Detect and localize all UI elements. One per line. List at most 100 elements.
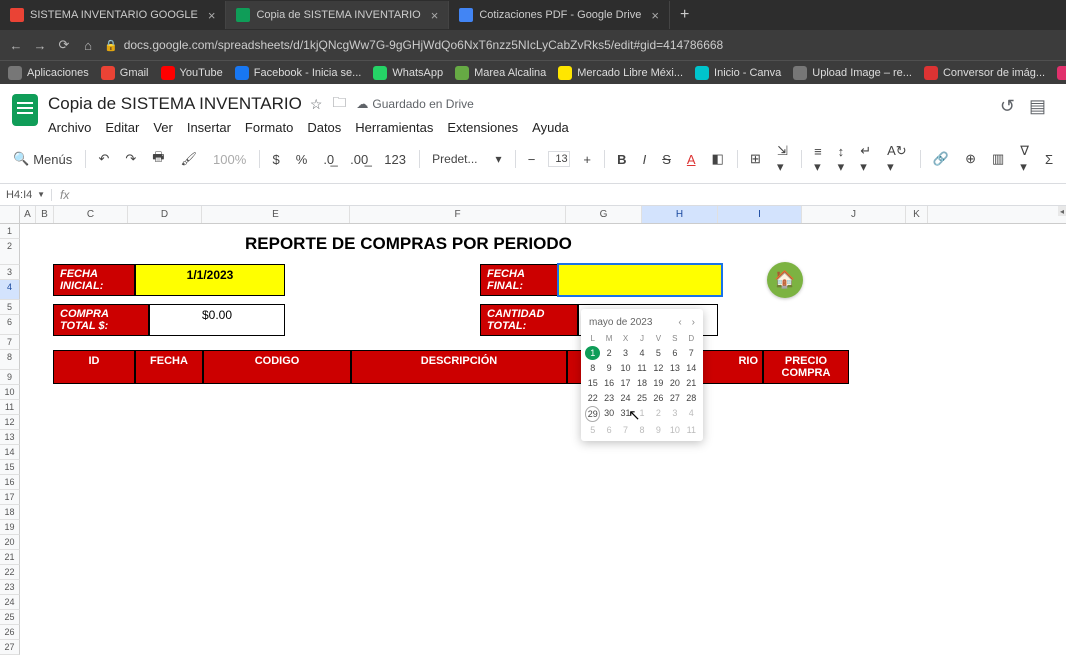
back-icon[interactable]: ← [8, 38, 24, 53]
dp-day[interactable]: 28 [684, 391, 699, 405]
close-icon[interactable]: × [651, 8, 659, 23]
reload-icon[interactable]: ⟳ [56, 37, 72, 53]
dp-day[interactable]: 6 [601, 423, 616, 437]
dp-day[interactable]: 6 [667, 346, 682, 360]
menu-item[interactable]: Editar [105, 120, 139, 135]
dp-day[interactable]: 15 [585, 376, 600, 390]
dp-day[interactable]: 2 [601, 346, 616, 360]
row-header[interactable]: 21 [0, 550, 20, 565]
close-icon[interactable]: × [431, 8, 439, 23]
row-header[interactable]: 7 [0, 335, 20, 350]
row-header[interactable]: 27 [0, 640, 20, 655]
dp-day[interactable]: 5 [585, 423, 600, 437]
filter-icon[interactable]: ∇ ▾ [1017, 141, 1032, 177]
column-header[interactable]: I [718, 206, 802, 223]
row-header[interactable]: 24 [0, 595, 20, 610]
fontsize-input[interactable]: 13 [548, 151, 570, 167]
bookmark-item[interactable]: Instagram [1057, 66, 1066, 80]
row-header[interactable]: 3 [0, 265, 20, 280]
row-header[interactable]: 12 [0, 415, 20, 430]
home-icon[interactable]: ⌂ [80, 38, 96, 53]
chart-icon[interactable]: ▥ [989, 149, 1007, 169]
comment-icon[interactable]: ⊕ [962, 149, 979, 169]
number-format[interactable]: 123 [381, 150, 409, 169]
dp-day[interactable]: 18 [634, 376, 649, 390]
next-month-icon[interactable]: › [692, 317, 695, 328]
font-select[interactable]: Predet...▾ [429, 150, 504, 168]
bold-icon[interactable]: B [614, 150, 629, 169]
dp-day[interactable]: 19 [651, 376, 666, 390]
datepicker-month[interactable]: mayo de 2023 [589, 317, 652, 328]
column-header[interactable]: G [566, 206, 642, 223]
sheets-logo-icon[interactable] [12, 94, 38, 126]
column-header[interactable]: E [202, 206, 350, 223]
dp-day[interactable]: 30 [601, 406, 616, 422]
menu-item[interactable]: Archivo [48, 120, 91, 135]
column-header[interactable]: C [54, 206, 128, 223]
column-header[interactable]: F [350, 206, 566, 223]
row-header[interactable]: 9 [0, 370, 20, 385]
column-header[interactable]: A [20, 206, 36, 223]
bookmark-item[interactable]: Marea Alcalina [455, 66, 546, 80]
row-header[interactable]: 25 [0, 610, 20, 625]
dp-day[interactable]: 2 [651, 406, 666, 422]
cells-area[interactable]: REPORTE DE COMPRAS POR PERIODO FECHA INI… [20, 224, 1066, 384]
row-header[interactable]: 15 [0, 460, 20, 475]
select-all-corner[interactable] [0, 206, 20, 223]
dp-day[interactable]: 7 [618, 423, 633, 437]
dp-day[interactable]: 10 [667, 423, 682, 437]
fecha-inicial-value[interactable]: 1/1/2023 [135, 264, 285, 296]
link-icon[interactable]: 🔗 [930, 149, 952, 169]
dec-increase-icon[interactable]: .00̲ [347, 150, 371, 169]
dp-day[interactable]: 14 [684, 361, 699, 375]
column-header[interactable]: D [128, 206, 202, 223]
row-header[interactable]: 20 [0, 535, 20, 550]
doc-title[interactable]: Copia de SISTEMA INVENTARIO [48, 94, 302, 114]
print-icon[interactable]: 🖶 [149, 146, 167, 172]
forward-icon[interactable]: → [32, 38, 48, 53]
dp-day[interactable]: 25 [634, 391, 649, 405]
menu-item[interactable]: Formato [245, 120, 293, 135]
menu-item[interactable]: Ayuda [532, 120, 569, 135]
dp-day[interactable]: 24 [618, 391, 633, 405]
dp-day[interactable]: 3 [667, 406, 682, 422]
menu-item[interactable]: Ver [153, 120, 173, 135]
row-header[interactable]: 2 [0, 239, 20, 265]
new-tab-button[interactable]: + [670, 6, 699, 24]
dp-day[interactable]: 10 [618, 361, 633, 375]
row-header[interactable]: 6 [0, 315, 20, 335]
search-menus-button[interactable]: 🔍 Menús [10, 149, 75, 169]
url-input[interactable]: 🔒 docs.google.com/spreadsheets/d/1kjQNcg… [104, 38, 1058, 52]
bookmark-item[interactable]: Conversor de imág... [924, 66, 1045, 80]
dp-day[interactable]: 13 [667, 361, 682, 375]
dp-day[interactable]: 17 [618, 376, 633, 390]
merge-icon[interactable]: ⇲ ▾ [774, 141, 791, 177]
name-box[interactable]: H4:I4▼ [0, 189, 52, 201]
row-header[interactable]: 26 [0, 625, 20, 640]
dp-day[interactable]: 5 [651, 346, 666, 360]
scroll-right-icon[interactable]: ◂ [1058, 206, 1066, 216]
menu-item[interactable]: Herramientas [355, 120, 433, 135]
row-header[interactable]: 1 [0, 224, 20, 239]
dp-day[interactable]: 23 [601, 391, 616, 405]
column-header[interactable]: H [642, 206, 718, 223]
comments-icon[interactable]: ▤ [1029, 96, 1046, 117]
star-icon[interactable]: ☆ [310, 96, 323, 113]
row-header[interactable]: 18 [0, 505, 20, 520]
dp-day[interactable]: 8 [634, 423, 649, 437]
menu-item[interactable]: Insertar [187, 120, 231, 135]
column-header[interactable]: K [906, 206, 928, 223]
home-button[interactable]: 🏠 [767, 262, 803, 298]
dp-day[interactable]: 9 [601, 361, 616, 375]
datepicker[interactable]: mayo de 2023 ‹ › LMXJVSD1234567891011121… [581, 309, 703, 441]
row-header[interactable]: 5 [0, 300, 20, 315]
dp-day[interactable]: 29 [585, 406, 600, 422]
column-header[interactable]: J [802, 206, 906, 223]
browser-tab[interactable]: Cotizaciones PDF - Google Drive × [449, 1, 670, 29]
dp-day[interactable]: 9 [651, 423, 666, 437]
dp-day[interactable]: 20 [667, 376, 682, 390]
bookmark-item[interactable]: Inicio - Canva [695, 66, 781, 80]
undo-icon[interactable]: ↶ [95, 149, 112, 169]
bookmark-item[interactable]: Facebook - Inicia se... [235, 66, 362, 80]
browser-tab[interactable]: SISTEMA INVENTARIO GOOGLE × [0, 1, 226, 29]
